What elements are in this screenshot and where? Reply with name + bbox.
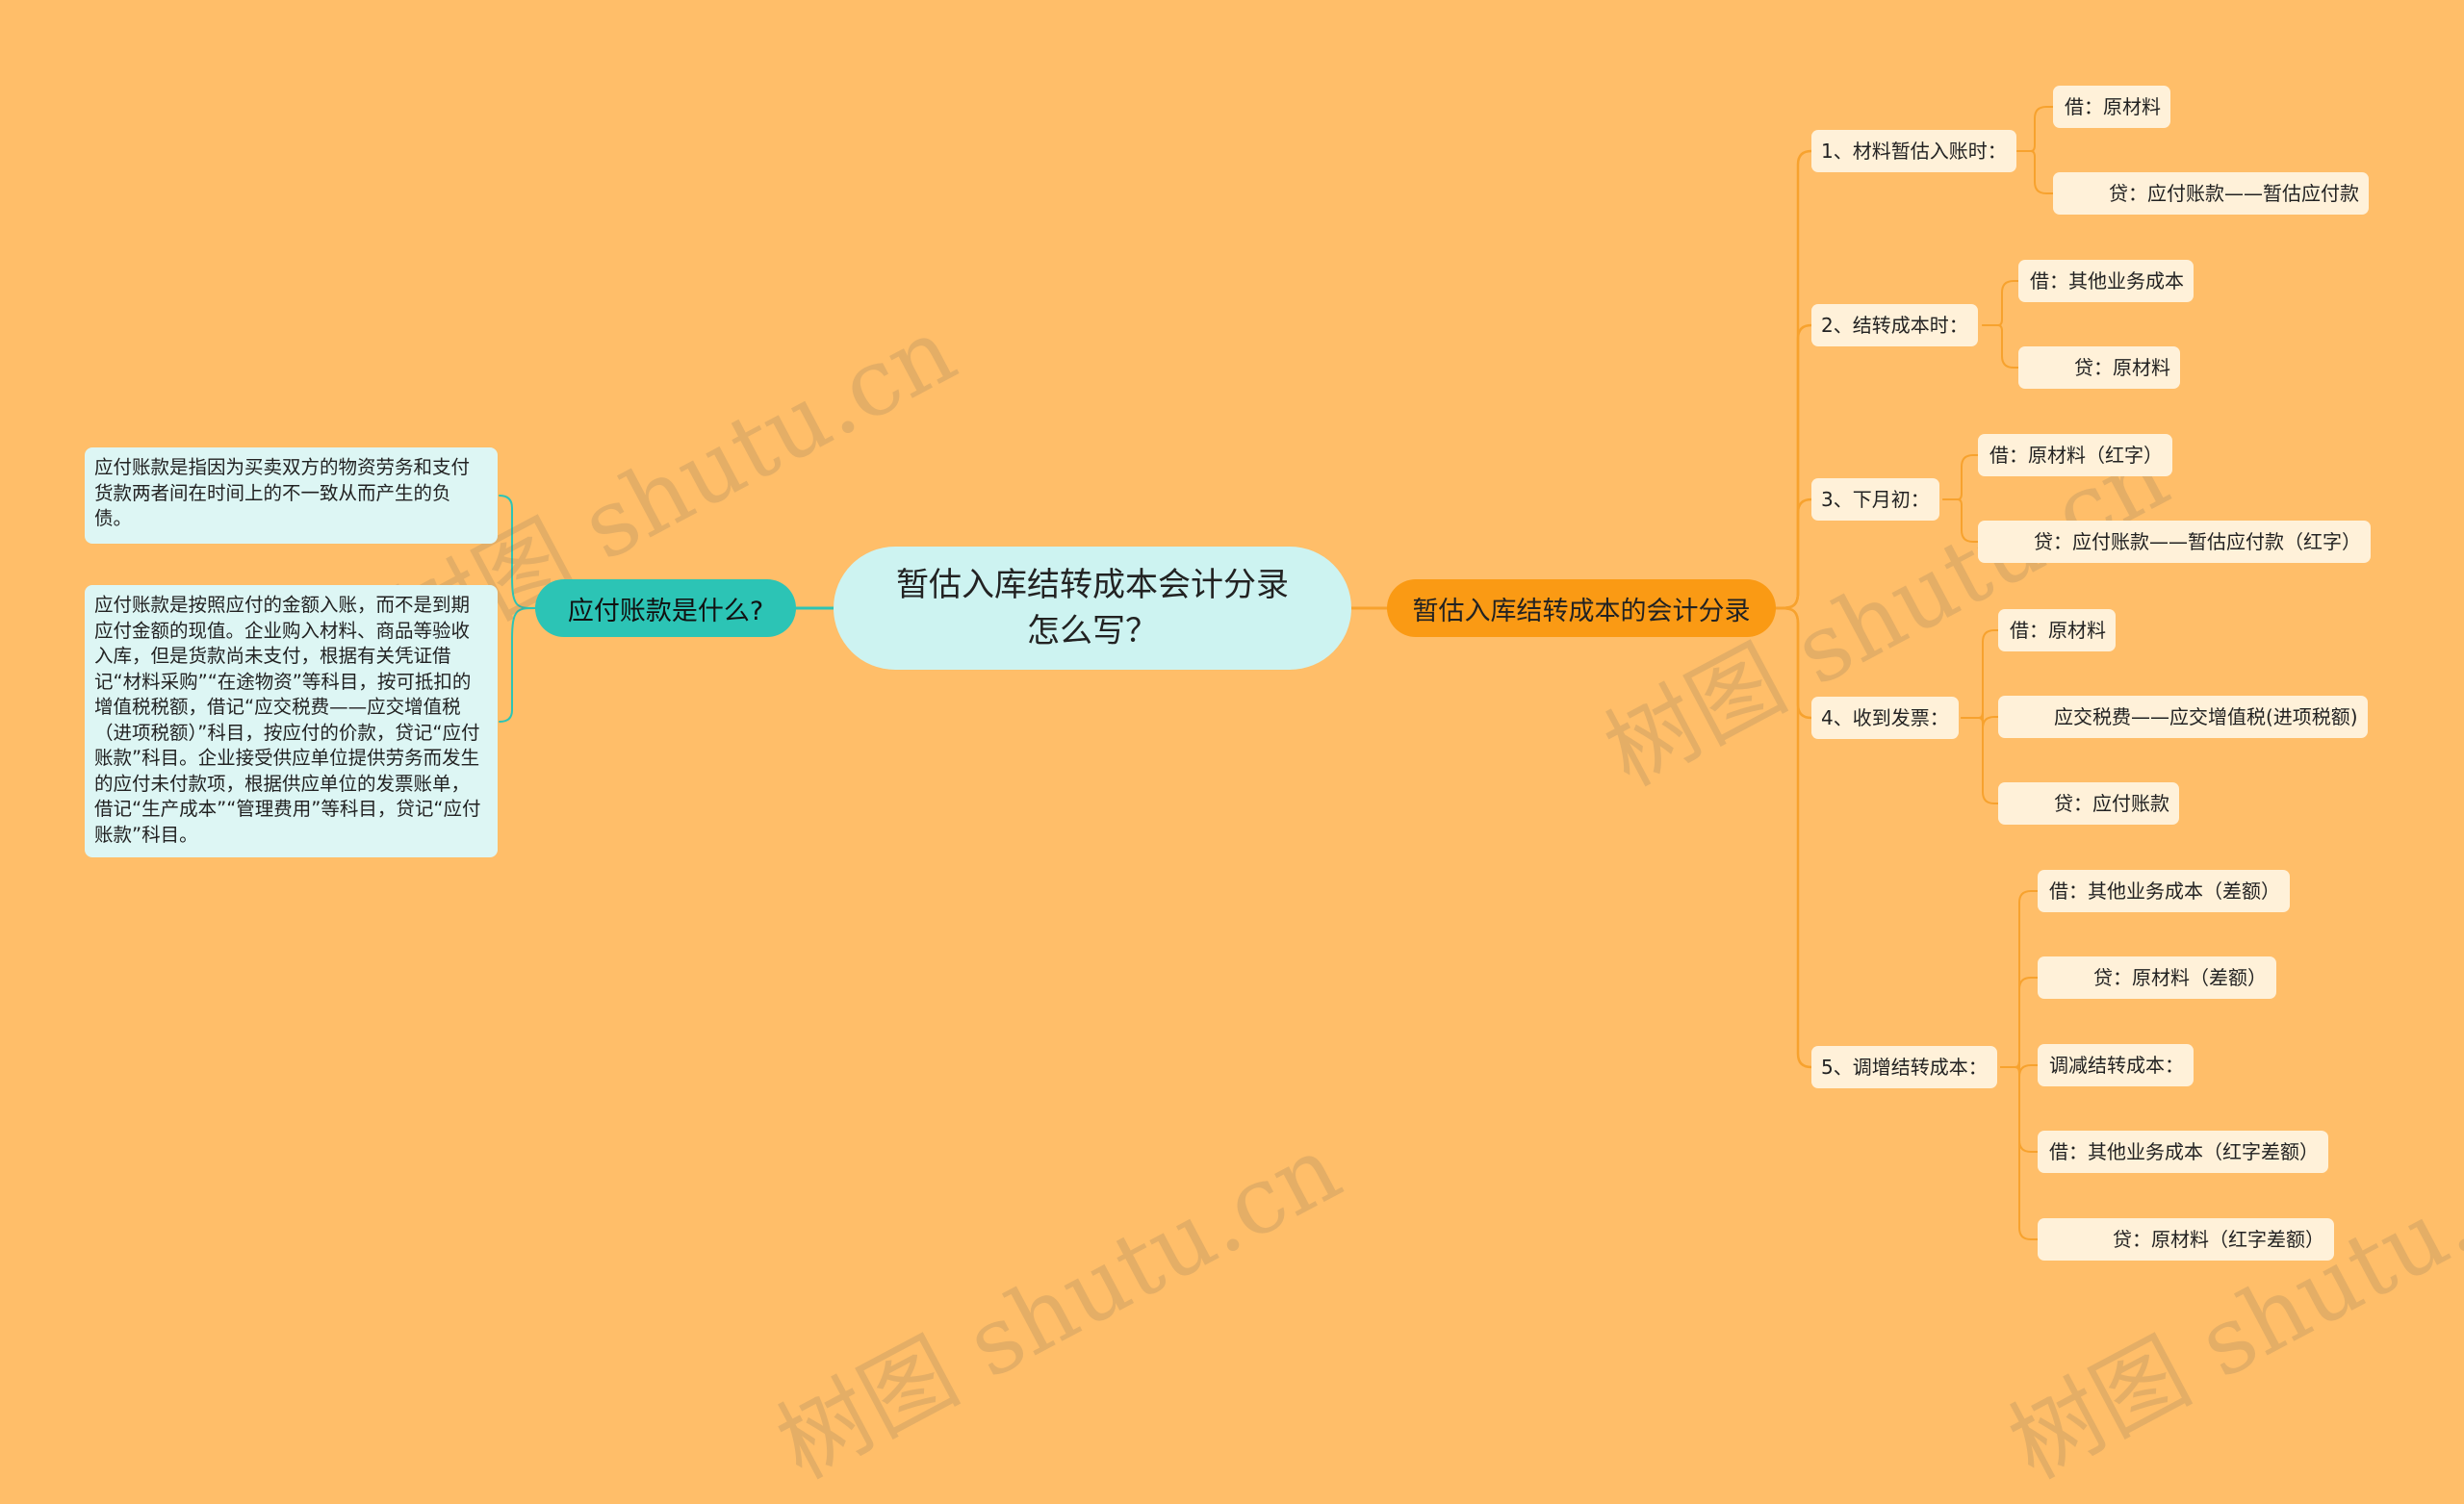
left-main-topic[interactable]: 应付账款是什么? <box>535 579 796 637</box>
group-4-item-3[interactable]: 贷：应付账款 <box>1998 782 2179 825</box>
group-2-item-1[interactable]: 借：其他业务成本 <box>2018 260 2194 302</box>
group-1-topic[interactable]: 1、材料暂估入账时： <box>1811 130 2016 172</box>
leaf-connector-5-2 <box>2000 977 2039 1068</box>
leaf-connector-4-2 <box>1961 711 1999 729</box>
leaf-connector-4-1 <box>1961 629 1999 719</box>
group-4-topic[interactable]: 4、收到发票： <box>1811 697 1959 739</box>
note-definition[interactable]: 应付账款是指因为买卖双方的物资劳务和支付货款两者间在时间上的不一致从而产生的负债… <box>85 447 498 544</box>
group-5-item-2[interactable]: 贷：原材料（差额） <box>2038 956 2276 999</box>
group-2-topic[interactable]: 2、结转成本时： <box>1811 304 1978 346</box>
right-main-topic[interactable]: 暂估入库结转成本的会计分录 <box>1387 579 1776 637</box>
group-1-item-2[interactable]: 贷：应付账款——暂估应付款 <box>2053 172 2369 215</box>
group-1-item-1[interactable]: 借：原材料 <box>2053 86 2170 128</box>
group-3-item-1[interactable]: 借：原材料（红字） <box>1978 434 2172 476</box>
group-3-item-2[interactable]: 贷：应付账款——暂估应付款（红字） <box>1978 521 2371 563</box>
group-5-item-3[interactable]: 调减结转成本： <box>2038 1044 2194 1086</box>
leaf-connector-2-1 <box>1982 280 2019 326</box>
leaf-connector-1-1 <box>2016 106 2054 152</box>
group-5-item-1[interactable]: 借：其他业务成本（差额） <box>2038 870 2290 912</box>
leaf-connector-1-2 <box>2016 150 2054 194</box>
group-3-topic[interactable]: 3、下月初： <box>1811 478 1939 521</box>
group-2-item-2[interactable]: 贷：原材料 <box>2018 346 2180 389</box>
group-4-item-1[interactable]: 借：原材料 <box>1998 609 2116 651</box>
leaf-connector-2-2 <box>1982 324 2019 369</box>
group-4-item-2[interactable]: 应交税费——应交增值税(进项税额) <box>1998 696 2368 738</box>
mind-map-canvas: 树图 shutu.cn 树图 shutu.cn 树图 shutu.cn 树图 s… <box>0 0 2464 1499</box>
group-5-item-5[interactable]: 贷：原材料（红字差额） <box>2038 1218 2334 1261</box>
note-accounting[interactable]: 应付账款是按照应付的金额入账，而不是到期应付金额的现值。企业购入材料、商品等验收… <box>85 585 498 857</box>
leaf-connector-5-5 <box>2000 1066 2039 1240</box>
group-5-topic[interactable]: 5、调增结转成本： <box>1811 1046 1997 1088</box>
group-connector-2 <box>1774 323 1813 610</box>
root-topic[interactable]: 暂估入库结转成本会计分录怎么写？ <box>834 547 1351 670</box>
group-5-item-4[interactable]: 借：其他业务成本（红字差额） <box>2038 1131 2328 1173</box>
group-connector-1 <box>1774 149 1813 610</box>
leaf-connector-4-3 <box>1961 717 1999 804</box>
